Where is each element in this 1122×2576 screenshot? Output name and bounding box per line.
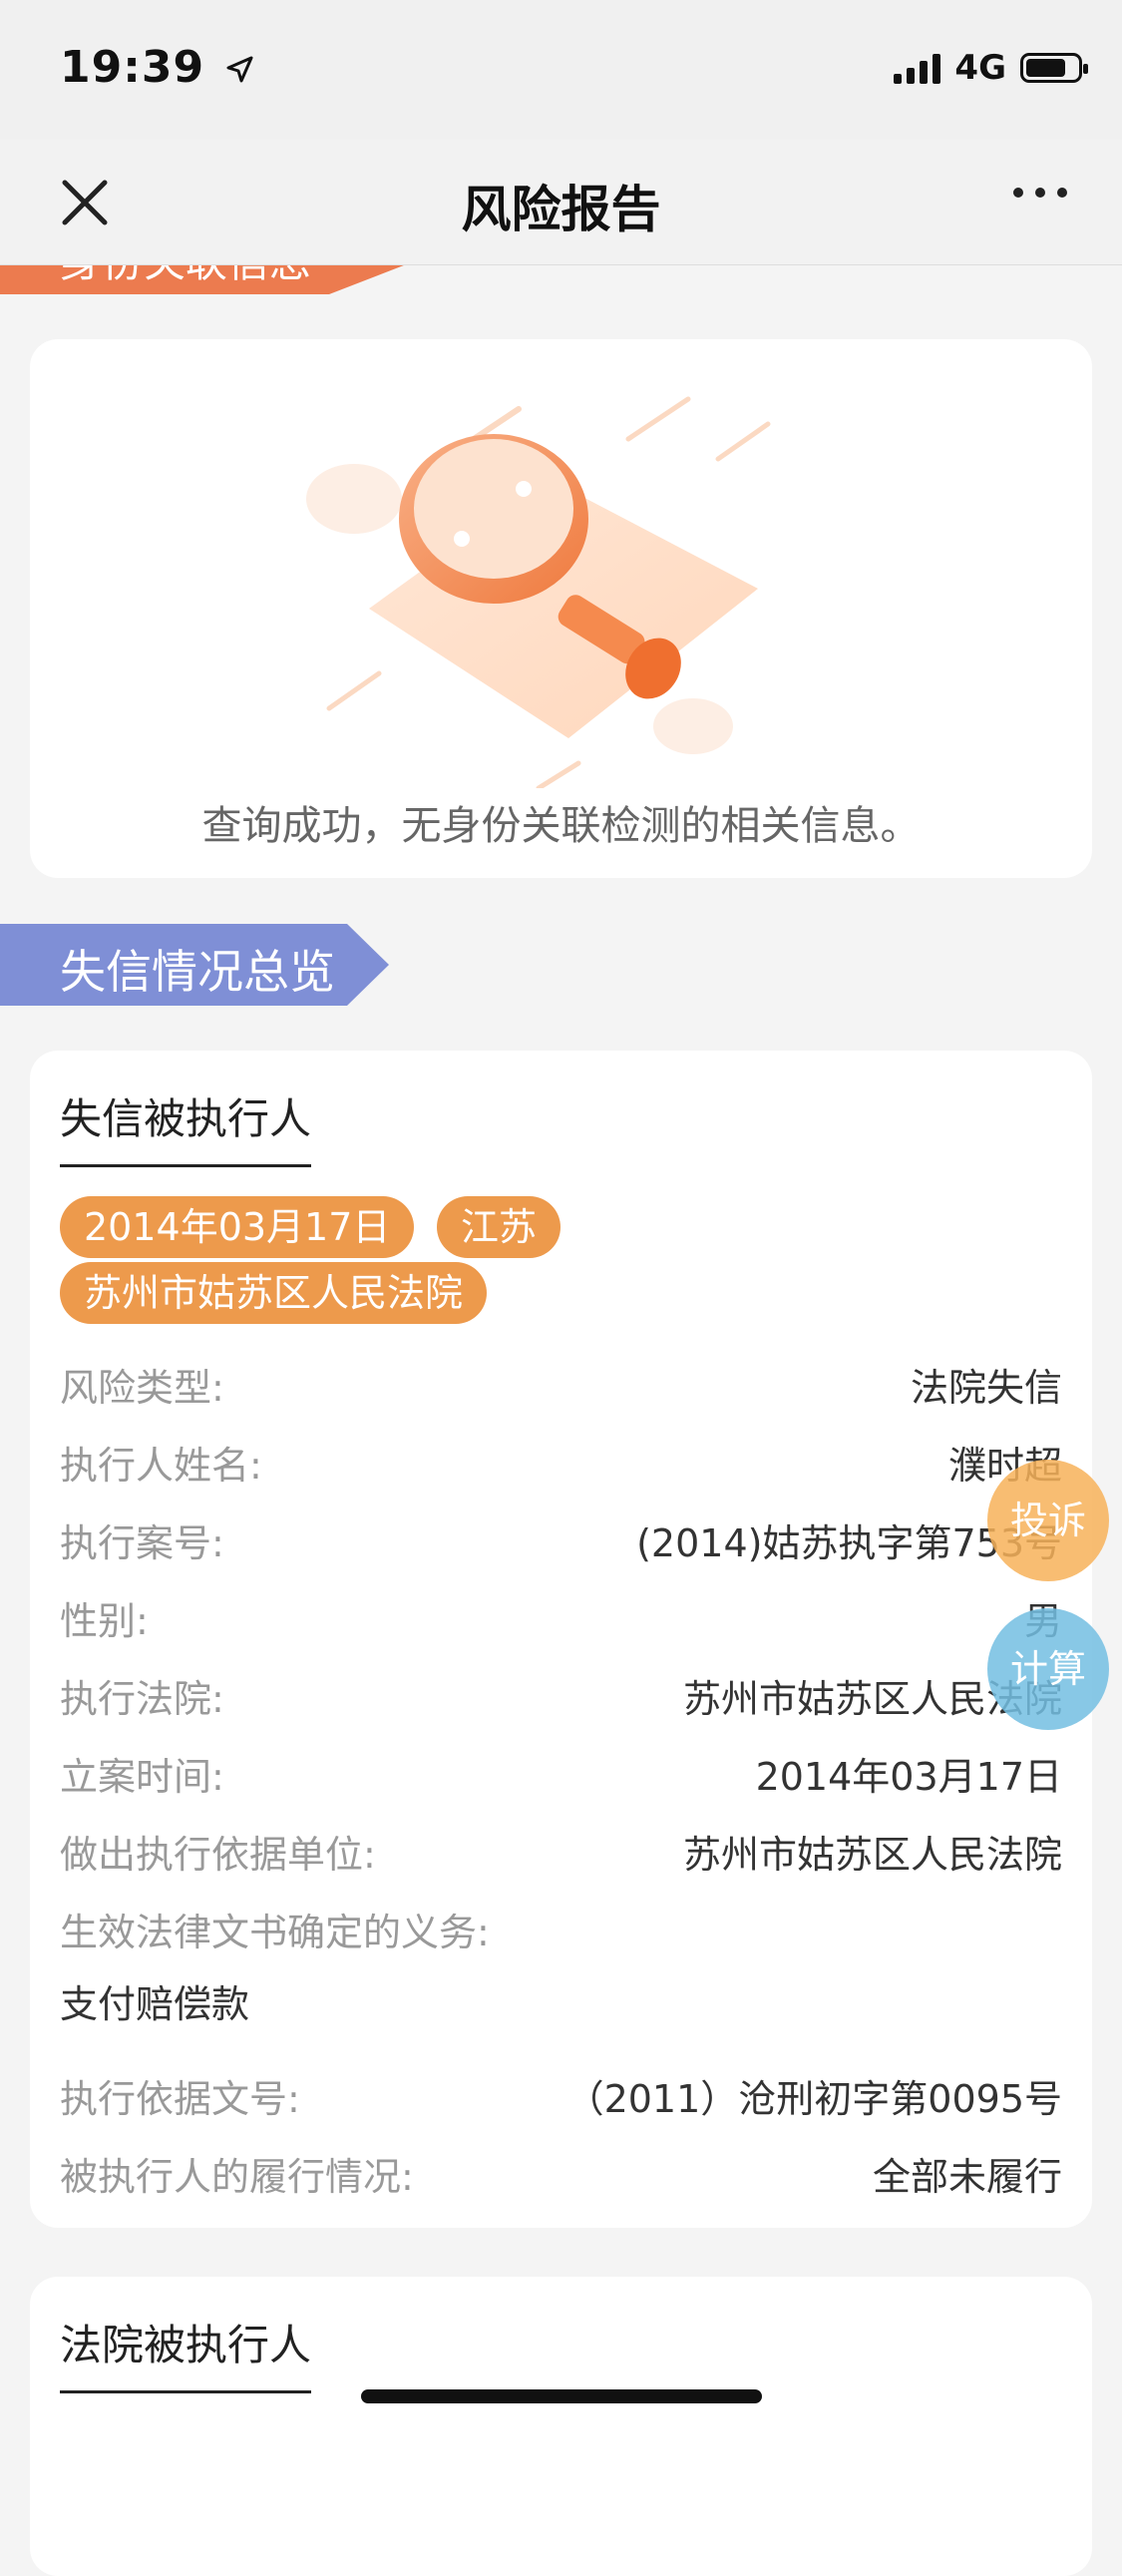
row-value: 2014年03月17日: [755, 1755, 1062, 1799]
more-icon[interactable]: [1013, 188, 1067, 198]
detail-row-court: 执行法院: 苏州市姑苏区人民法院: [60, 1668, 1062, 1728]
card-title: 法院被执行人: [60, 2312, 312, 2393]
location-arrow-icon: [226, 56, 253, 83]
detail-row-basis-unit: 做出执行依据单位: 苏州市姑苏区人民法院: [60, 1824, 1062, 1884]
row-value: 法院失信: [910, 1366, 1062, 1410]
row-value: 全部未履行: [872, 2155, 1062, 2199]
detail-row-performance: 被执行人的履行情况: 全部未履行: [60, 2146, 1062, 2206]
detail-row-basis-doc-number: 执行依据文号: （2011）沧刑初字第0095号: [60, 2068, 1062, 2128]
row-label: 做出执行依据单位:: [60, 1833, 376, 1877]
row-value: 苏州市姑苏区人民法院: [682, 1833, 1062, 1877]
detail-row-name: 执行人姓名: 濮时超: [60, 1435, 1062, 1495]
duty-value: 支付赔偿款: [60, 1982, 250, 2026]
row-label: 风险类型:: [60, 1366, 224, 1410]
row-label: 生效法律文书确定的义务:: [60, 1911, 490, 1954]
detail-row-duty: 生效法律文书确定的义务:: [60, 1902, 1062, 1961]
battery-icon: [1020, 53, 1088, 83]
dishonest-executee-card: 失信被执行人 2014年03月17日 江苏 苏州市姑苏区人民法院 风险类型: 法…: [30, 1051, 1092, 2228]
complain-button[interactable]: 投诉: [987, 1460, 1109, 1581]
detail-row-risk-type: 风险类型: 法院失信: [60, 1357, 1062, 1417]
row-value: （2011）沧刑初字第0095号: [565, 2077, 1062, 2121]
home-indicator[interactable]: [361, 2389, 762, 2403]
network-type: 4G: [954, 48, 1006, 88]
province-tag: 江苏: [437, 1196, 561, 1258]
empty-state-message: 查询成功，无身份关联检测的相关信息。: [201, 803, 921, 849]
empty-state-card: 查询成功，无身份关联检测的相关信息。: [30, 339, 1092, 878]
status-indicators: 4G: [894, 48, 1088, 88]
row-label: 执行依据文号:: [60, 2077, 300, 2121]
row-label: 立案时间:: [60, 1755, 224, 1799]
identity-section-ribbon: 身份关联信息: [0, 264, 409, 294]
overview-section-ribbon: 失信情况总览: [0, 924, 399, 1006]
status-bar: 19:39 4G: [0, 0, 1122, 140]
overview-section-title: 失信情况总览: [60, 945, 335, 999]
row-label: 执行法院:: [60, 1677, 224, 1721]
status-time: 19:39: [60, 42, 254, 93]
court-tag: 苏州市姑苏区人民法院: [60, 1262, 488, 1324]
row-label: 执行人姓名:: [60, 1444, 262, 1488]
signal-icon: [894, 52, 941, 84]
row-label: 被执行人的履行情况:: [60, 2155, 414, 2199]
row-label: 性别:: [60, 1599, 149, 1643]
detail-row-case-number: 执行案号: (2014)姑苏执字第753号: [60, 1512, 1062, 1572]
identity-section-title: 身份关联信息: [60, 264, 311, 289]
court-executee-card: 法院被执行人: [30, 2277, 1092, 2576]
calculate-button[interactable]: 计算: [987, 1608, 1109, 1730]
detail-row-filing-date: 立案时间: 2014年03月17日: [60, 1746, 1062, 1806]
detail-row-gender: 性别: 男: [60, 1590, 1062, 1650]
date-tag: 2014年03月17日: [60, 1196, 415, 1258]
row-label: 执行案号:: [60, 1521, 224, 1565]
magnifier-illustration-icon: [306, 396, 771, 788]
nav-bar: 风险报告: [0, 140, 1122, 265]
card-title: 失信被执行人: [60, 1085, 312, 1167]
page-title: 风险报告: [461, 181, 661, 238]
